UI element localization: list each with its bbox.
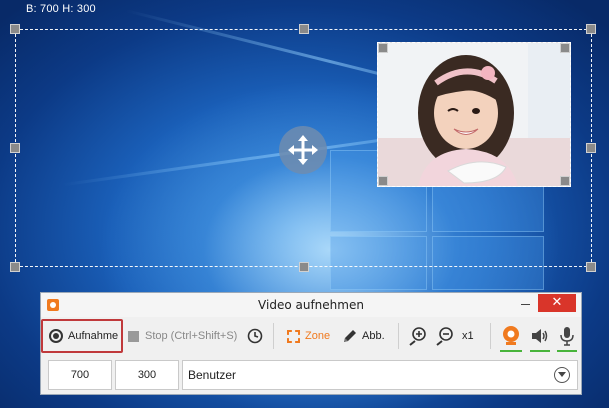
resize-handle-left[interactable] <box>10 143 20 153</box>
timer-button[interactable] <box>247 317 263 355</box>
webcam-toggle[interactable] <box>498 317 524 355</box>
close-button[interactable]: ✕ <box>538 294 576 312</box>
toolbar: Aufnahme Stop (Ctrl+Shift+S) Zone Abb. x… <box>41 317 581 355</box>
webcam-resize-handle-top-left[interactable] <box>378 43 388 53</box>
webcam-active-indicator <box>500 350 522 352</box>
resize-handle-top[interactable] <box>299 24 309 34</box>
width-input[interactable]: 700 <box>48 360 112 390</box>
recorder-window: Video aufnehmen ✕ Aufnahme Stop (Ctrl+Sh… <box>40 292 582 395</box>
webcam-preview-image <box>378 43 570 186</box>
toolbar-divider <box>490 323 491 349</box>
minimize-button[interactable] <box>517 295 535 311</box>
resize-handle-top-right[interactable] <box>586 24 596 34</box>
system-audio-toggle[interactable] <box>528 317 552 355</box>
webcam-icon <box>503 326 519 345</box>
zoom-out-icon <box>436 327 453 346</box>
microphone-icon <box>560 327 574 346</box>
zone-button[interactable]: Zone <box>287 317 330 355</box>
record-label: Aufnahme <box>68 330 119 342</box>
zoom-out-button[interactable] <box>435 317 455 355</box>
zoom-in-button[interactable] <box>408 317 428 355</box>
zoom-level: x1 <box>462 330 474 342</box>
mic-active-indicator <box>557 350 577 352</box>
resize-handle-bottom[interactable] <box>299 262 309 272</box>
window-title: Video aufnehmen <box>258 298 364 312</box>
height-input[interactable]: 300 <box>115 360 179 390</box>
webcam-resize-handle-bottom-left[interactable] <box>378 176 388 186</box>
preset-value: Benutzer <box>188 368 237 382</box>
resize-handle-top-left[interactable] <box>10 24 20 34</box>
toolbar-divider <box>398 323 399 349</box>
stop-icon <box>128 330 139 342</box>
record-icon <box>49 329 63 343</box>
chevron-down-icon[interactable] <box>554 367 570 383</box>
clock-icon <box>247 328 263 344</box>
resize-handle-bottom-right[interactable] <box>586 262 596 272</box>
zone-label: Zone <box>305 330 331 342</box>
resize-handle-bottom-left[interactable] <box>10 262 20 272</box>
dimension-bar: 700 300 Benutzer <box>41 355 581 395</box>
record-button[interactable]: Aufnahme <box>41 319 123 353</box>
zone-icon <box>287 329 300 343</box>
stop-button[interactable]: Stop (Ctrl+Shift+S) <box>128 317 237 355</box>
pencil-icon <box>344 330 356 342</box>
resize-handle-right[interactable] <box>586 143 596 153</box>
selection-size-label: B: 700 H: 300 <box>26 3 96 15</box>
zoom-in-icon <box>409 327 426 346</box>
move-icon[interactable] <box>279 126 327 174</box>
title-bar[interactable]: Video aufnehmen ✕ <box>41 293 581 317</box>
speaker-icon <box>532 329 548 343</box>
toolbar-divider <box>273 323 274 349</box>
webcam-preview[interactable] <box>377 42 571 187</box>
webcam-resize-handle-top-right[interactable] <box>560 43 570 53</box>
audio-active-indicator <box>530 350 550 352</box>
screenshot-button[interactable]: Abb. <box>341 317 385 355</box>
preset-dropdown[interactable]: Benutzer <box>182 360 578 390</box>
webcam-resize-handle-bottom-right[interactable] <box>560 176 570 186</box>
microphone-toggle[interactable] <box>555 317 579 355</box>
screenshot-label: Abb. <box>362 330 385 342</box>
stop-label: Stop (Ctrl+Shift+S) <box>145 330 238 342</box>
